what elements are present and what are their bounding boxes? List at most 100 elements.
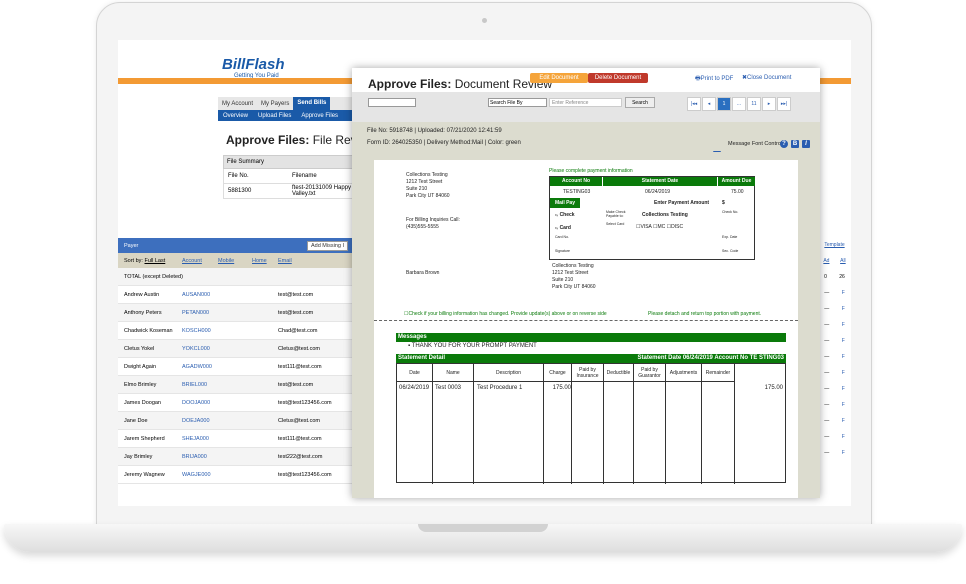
sd-col-header: Name (433, 364, 474, 382)
sd-col-header: Deductible (604, 364, 634, 382)
payer-row[interactable]: Dwight Again AGADW000 test111@test.com (118, 358, 354, 376)
sd-col (474, 382, 544, 484)
payer-row[interactable]: Jarem Shepherd SHEJA000 test111@test.com (118, 430, 354, 448)
sub-nav: Overview Upload Files Approve Files (218, 110, 353, 121)
file-select[interactable] (368, 98, 416, 107)
billflash-logo[interactable]: BillFlash (222, 56, 285, 73)
payer-row[interactable]: Anthony Peters PETAN000 test@test.com (118, 304, 354, 322)
sd-cell: 175.00 (552, 385, 571, 391)
sd-col (397, 382, 433, 484)
subnav-approve-files[interactable]: Approve Files (296, 113, 343, 119)
form-line: Form ID: 264025350 | Delivery Method:Mai… (367, 140, 521, 146)
right-row: — F (824, 386, 845, 392)
italic-icon[interactable]: I (802, 140, 810, 148)
sd-col (604, 382, 634, 484)
sd-col (544, 382, 572, 484)
file-summary-header: File Summary (223, 155, 353, 169)
file-info: File No: 5918748 | Uploaded: 07/21/2020 … (352, 122, 820, 159)
edit-document-button[interactable]: Edit Document (530, 73, 588, 83)
nav-my-payers[interactable]: My Payers (257, 101, 293, 107)
payment-box: Account No Statement Date Amount Due TES… (549, 176, 755, 260)
sd-col-header: Adjustments (666, 364, 702, 382)
right-row: — F (824, 418, 845, 424)
recipient-name: Barbara Brown (406, 270, 440, 276)
subnav-overview[interactable]: Overview (218, 113, 253, 119)
message-text: ▪ THANK YOU FOR YOUR PROMPT PAYMENT (408, 343, 537, 349)
sd-col (433, 382, 474, 484)
pager-page-1[interactable]: 1 (717, 97, 731, 111)
complete-payment-note: Please complete payment information (549, 168, 633, 174)
sd-col-header: Charge (544, 364, 572, 382)
statement-detail-table: Date Name Description Charge Paid by Insuran… (396, 363, 786, 484)
pager-page-11[interactable]: 11 (747, 97, 761, 111)
sd-col (666, 382, 702, 484)
pager-next[interactable]: ▸ (762, 97, 776, 111)
sd-col-header: Description (474, 364, 544, 382)
font-controls-label: Message Font Controls (728, 141, 785, 147)
pager-ellipsis: ... (732, 97, 746, 111)
sd-cell: 06/24/2019 (399, 385, 430, 391)
payer-row[interactable]: Jane Doe DOEJA000 Cletus@test.com (118, 412, 354, 430)
nav-send-bills[interactable]: Send Bills (293, 97, 331, 110)
modal-title: Approve Files: Document Review (368, 77, 553, 91)
add-missing-button[interactable]: Add Missing I (306, 240, 348, 251)
file-summary-cols: File No. Filename (223, 169, 353, 184)
bold-icon[interactable]: B (791, 140, 799, 148)
payer-row[interactable]: James Doogan DOOJA000 test@test123456.com (118, 394, 354, 412)
statement-document: Collections Testing 1212 Test Street Suite… (374, 160, 798, 498)
sd-col-header: Date (397, 364, 433, 382)
document-area: Collections Testing 1212 Test Street Suite… (352, 152, 820, 498)
file-summary: File Summary File No. Filename 5881300 fte… (223, 155, 353, 199)
file-summary-row[interactable]: 5881300 ftest-20131009 Happy Valley.txt (223, 184, 353, 199)
screen: BillFlash Getting You Paid My Account My… (118, 40, 851, 506)
sd-col-header: Remainder (702, 364, 735, 382)
right-row: — F (824, 434, 845, 440)
payer-row[interactable]: Andrew Austin AUSAN000 test@test.com (118, 286, 354, 304)
payer-total-row: TOTAL (except Deleted) (118, 268, 354, 286)
print-to-pdf-link[interactable]: 🖶Print to PDF (695, 74, 733, 84)
reference-input[interactable]: Enter Reference (549, 98, 622, 107)
payer-row[interactable]: Chadwick Koseman KOSCH000 Chad@test.com (118, 322, 354, 340)
template-link[interactable]: Template (818, 238, 851, 253)
tear-line (374, 320, 798, 321)
delete-document-button[interactable]: Delete Document (588, 73, 648, 83)
payer-row[interactable]: Jeremy Wagnew WAGJE000 test@test123456.com (118, 466, 354, 484)
subnav-upload-files[interactable]: Upload Files (253, 113, 296, 119)
payer-row[interactable]: Cletus Yokel YOKCL000 Cletus@test.com (118, 340, 354, 358)
search-button[interactable]: Search (625, 97, 655, 108)
sd-cell: 175.00 (764, 385, 783, 391)
right-columns: Template Ad All 0 26 — F — F — F — F — F — F — F — F — F — F —… (818, 238, 851, 498)
sd-col (702, 382, 735, 484)
pager-first[interactable]: |◂◂ (687, 97, 701, 111)
sd-col-header: Paid by Guarantor (634, 364, 666, 382)
address-change-checkbox[interactable]: ☐Check if your billing information has c… (404, 311, 607, 318)
payer-row[interactable]: Jay Brimley BRIJA000 test222@test.com (118, 448, 354, 466)
file-line: File No: 5918748 | Uploaded: 07/21/2020 … (367, 128, 502, 134)
help-icon[interactable]: ? (780, 140, 788, 148)
camera-dot (482, 18, 487, 23)
pager-last[interactable]: ▸▸| (777, 97, 791, 111)
payer-thead: Sort by: Full Last Account Mobile Home E… (118, 253, 354, 268)
sd-col (634, 382, 666, 484)
right-row: — F (824, 370, 845, 376)
remit-address: Collections Testing 1212 Test Street Suite… (552, 263, 596, 290)
search-file-by-select[interactable]: Search File By (488, 98, 547, 107)
nav-my-account[interactable]: My Account (218, 101, 257, 107)
sd-cell: Test 0003 (435, 385, 462, 391)
statement-detail-header: Statement Detail Statement Date 06/24/201… (396, 354, 786, 363)
pager-prev[interactable]: ◂ (702, 97, 716, 111)
top-nav: My Account My Payers Send Bills (218, 97, 353, 110)
modal-toolbar: Search File By Enter Reference Search |◂… (352, 92, 820, 122)
close-document-link[interactable]: ✖Close Document (742, 74, 791, 81)
detach-note: Please detach and return top portion wit… (648, 311, 762, 317)
sender-address: Collections Testing 1212 Test Street Suite… (406, 172, 450, 199)
right-row: — F (824, 402, 845, 408)
right-row: — F (824, 354, 845, 360)
payer-row[interactable]: Elmo Brimley BRIEL000 test@test.com (118, 376, 354, 394)
sd-col (572, 382, 604, 484)
payer-table: Payer Add Missing I Sort by: Full Last Ac… (118, 238, 354, 506)
document-review-modal: Approve Files: Document Review Edit Docu… (352, 68, 820, 498)
sort-full-last-link[interactable]: Full Last (144, 258, 165, 264)
messages-header: Messages (396, 333, 786, 342)
billing-inquiries: For Billing Inquiries Call: (435)555-5555 (406, 217, 460, 230)
